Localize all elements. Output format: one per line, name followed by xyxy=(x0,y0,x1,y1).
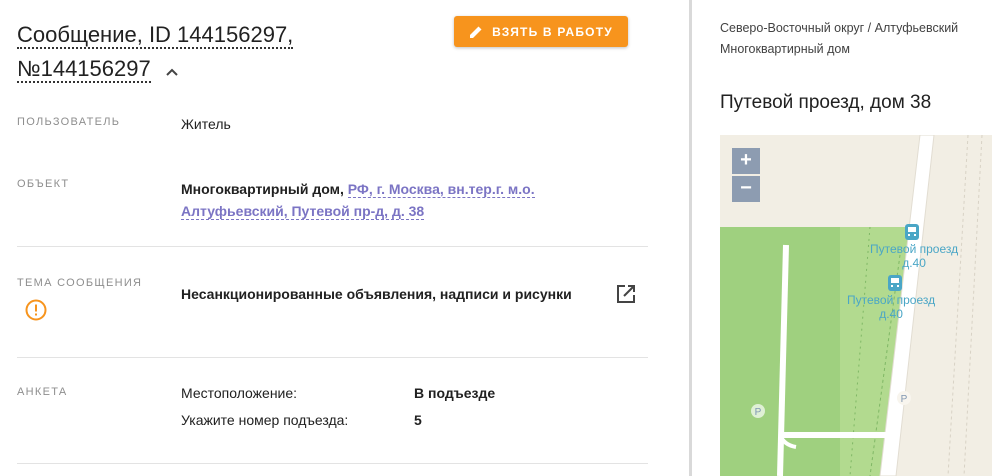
object-label: ОБЪЕКТ xyxy=(17,178,70,190)
zoom-in-button[interactable]: + xyxy=(732,148,760,174)
object-type: Многоквартирный дом, xyxy=(181,181,344,197)
zoom-out-button[interactable]: − xyxy=(732,176,760,202)
warning-circle-icon xyxy=(25,299,47,326)
form-key-entrance: Укажите номер подъезда: xyxy=(181,412,349,428)
bus-stop-name: Путевой проезд xyxy=(870,242,959,256)
divider xyxy=(17,357,648,358)
bus-stop-house: д.40 xyxy=(902,256,926,270)
object-value: Многоквартирный дом, РФ, г. Москва, вн.т… xyxy=(181,178,535,222)
object-address-link-cont[interactable]: Алтуфьевский, Путевой пр-д, д. 38 xyxy=(181,203,425,220)
topic-value: Несанкционированные объявления, надписи … xyxy=(181,286,572,302)
take-to-work-button[interactable]: ВЗЯТЬ В РАБОТУ xyxy=(454,16,628,47)
page-title: Сообщение, ID 144156297, №144156297 xyxy=(17,18,347,87)
message-panel: Сообщение, ID 144156297, №144156297 ВЗЯТ… xyxy=(0,0,690,476)
parking-icon: P xyxy=(897,391,911,405)
object-address-link[interactable]: РФ, г. Москва, вн.тер.г. м.о. xyxy=(347,181,535,198)
user-label: ПОЛЬЗОВАТЕЛЬ xyxy=(17,116,121,128)
parking-icon: P xyxy=(751,404,765,418)
topic-label: ТЕМА СООБЩЕНИЯ xyxy=(17,277,143,289)
object-address-title: Путевой проезд, дом 38 xyxy=(720,92,932,113)
form-key-location: Местоположение: xyxy=(181,385,298,401)
bus-stop-name: Путевой проезд xyxy=(847,293,936,307)
bus-stop-label: Путевой проезд д.40 xyxy=(847,293,935,321)
form-value-entrance: 5 xyxy=(414,412,422,428)
bus-stop-icon xyxy=(905,224,919,240)
breadcrumb-district: Северо-Восточный округ / Алтуфьевский xyxy=(720,21,959,35)
divider xyxy=(17,463,648,464)
map[interactable]: P P + − Путевой проезд д.40 Путевой прое… xyxy=(720,135,992,476)
bus-stop-icon xyxy=(888,275,902,291)
take-button-label: ВЗЯТЬ В РАБОТУ xyxy=(492,24,613,39)
pencil-icon xyxy=(470,26,482,38)
form-label: АНКЕТА xyxy=(17,386,68,398)
user-value: Житель xyxy=(181,116,231,132)
bus-stop-label: Путевой проезд д.40 xyxy=(870,242,958,270)
bus-stop-house: д.40 xyxy=(879,307,903,321)
svg-text:P: P xyxy=(755,407,762,418)
breadcrumb-type: Многоквартирный дом xyxy=(720,42,850,56)
breadcrumb: Северо-Восточный округ / Алтуфьевский Мн… xyxy=(720,18,992,60)
external-link-icon[interactable] xyxy=(615,283,637,310)
form-value-location: В подъезде xyxy=(414,385,496,401)
object-panel: Северо-Восточный округ / Алтуфьевский Мн… xyxy=(692,0,992,476)
message-number: №144156297 xyxy=(17,56,151,83)
divider xyxy=(17,246,648,247)
chevron-up-icon[interactable] xyxy=(165,53,179,87)
svg-text:P: P xyxy=(901,394,908,405)
message-title: Сообщение, ID 144156297, xyxy=(17,22,294,49)
